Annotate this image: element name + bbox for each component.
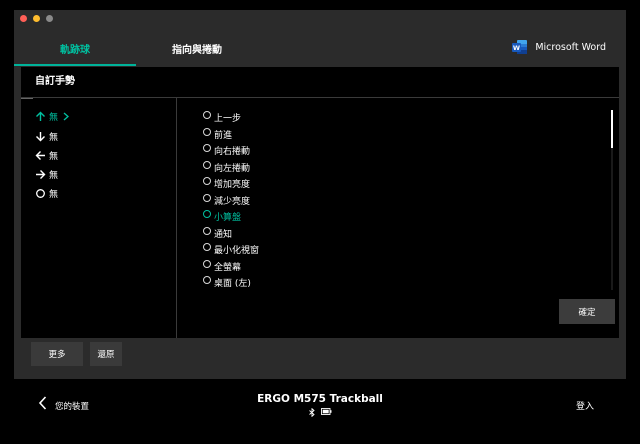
option-scroll-right[interactable]: 向右捲動 bbox=[203, 143, 251, 157]
gesture-direction-list: 無 無 無 無 無 bbox=[21, 98, 177, 338]
option-desktop-left[interactable]: 桌面 (左) bbox=[203, 275, 251, 289]
radio-icon bbox=[203, 110, 211, 119]
arrow-right-icon bbox=[36, 170, 46, 179]
option-back[interactable]: 上一步 bbox=[203, 110, 242, 124]
close-window-button[interactable] bbox=[20, 15, 27, 22]
svg-text:W: W bbox=[513, 44, 520, 52]
bluetooth-icon bbox=[308, 408, 315, 417]
option-label: 減少亮度 bbox=[214, 197, 251, 207]
option-label: 小算盤 bbox=[214, 213, 242, 223]
direction-left[interactable]: 無 bbox=[35, 149, 58, 162]
option-brightness-up[interactable]: 增加亮度 bbox=[203, 176, 251, 190]
footer-bar: 您的裝置 ERGO M575 Trackball 登入 bbox=[0, 379, 640, 444]
radio-icon bbox=[203, 242, 211, 251]
device-status bbox=[0, 408, 640, 417]
window-controls bbox=[20, 15, 53, 22]
word-icon: W bbox=[512, 39, 528, 55]
panel-title: 自訂手勢 bbox=[21, 67, 619, 98]
app-window: 軌跡球 指向與捲動 W Microsoft Word 自訂手勢 無 無 無 無 … bbox=[14, 10, 626, 379]
direction-circle-label: 無 bbox=[49, 190, 59, 200]
direction-circle[interactable]: 無 bbox=[35, 187, 58, 200]
circle-icon bbox=[36, 189, 45, 198]
option-label: 上一步 bbox=[214, 114, 242, 124]
restore-button[interactable]: 還原 bbox=[90, 342, 122, 366]
arrow-left-icon bbox=[35, 151, 45, 160]
option-calculator[interactable]: 小算盤 bbox=[203, 209, 242, 223]
custom-gesture-panel: 自訂手勢 無 無 無 無 無 上一步 前進 向右捲動 向左捲動 增加亮度 減少亮… bbox=[21, 67, 619, 338]
option-label: 最小化視窗 bbox=[214, 246, 260, 256]
arrow-up-icon bbox=[36, 111, 45, 121]
tab-trackball[interactable]: 軌跡球 bbox=[14, 33, 136, 66]
option-minimize-window[interactable]: 最小化視窗 bbox=[203, 242, 260, 256]
tab-bar: 軌跡球 指向與捲動 W Microsoft Word bbox=[14, 33, 626, 67]
radio-icon bbox=[203, 143, 211, 152]
direction-left-label: 無 bbox=[49, 152, 59, 162]
radio-icon bbox=[203, 127, 211, 136]
option-label: 向左捲動 bbox=[214, 164, 251, 174]
option-label: 通知 bbox=[214, 230, 233, 240]
option-label: 增加亮度 bbox=[214, 180, 251, 190]
radio-icon bbox=[203, 209, 211, 218]
radio-icon bbox=[203, 193, 211, 202]
radio-icon bbox=[203, 226, 211, 235]
option-full-screen[interactable]: 全螢幕 bbox=[203, 259, 242, 273]
list-divider bbox=[21, 98, 33, 99]
tab-point-and-scroll[interactable]: 指向與捲動 bbox=[136, 33, 258, 63]
radio-icon bbox=[203, 259, 211, 268]
login-link[interactable]: 登入 bbox=[576, 399, 594, 412]
direction-up[interactable]: 無 bbox=[35, 110, 73, 123]
battery-icon bbox=[320, 408, 331, 415]
confirm-button[interactable]: 確定 bbox=[559, 299, 615, 324]
direction-down-label: 無 bbox=[49, 133, 59, 143]
option-label: 前進 bbox=[214, 131, 233, 141]
option-label: 桌面 (左) bbox=[214, 279, 251, 289]
option-brightness-down[interactable]: 減少亮度 bbox=[203, 193, 251, 207]
device-name: ERGO M575 Trackball bbox=[257, 393, 383, 405]
direction-right-label: 無 bbox=[49, 171, 59, 181]
scrollbar-thumb[interactable] bbox=[611, 110, 613, 148]
more-button[interactable]: 更多 bbox=[31, 342, 83, 366]
radio-icon bbox=[203, 176, 211, 185]
direction-right[interactable]: 無 bbox=[35, 168, 58, 181]
option-notifications[interactable]: 通知 bbox=[203, 226, 233, 240]
app-selector-label: Microsoft Word bbox=[535, 41, 606, 53]
option-scroll-left[interactable]: 向左捲動 bbox=[203, 160, 251, 174]
action-options-list: 上一步 前進 向右捲動 向左捲動 增加亮度 減少亮度 小算盤 通知 最小化視窗 … bbox=[177, 98, 619, 338]
radio-icon bbox=[203, 275, 211, 284]
direction-up-label: 無 bbox=[49, 113, 59, 123]
zoom-window-button[interactable] bbox=[46, 15, 53, 22]
option-label: 全螢幕 bbox=[214, 263, 242, 273]
option-forward[interactable]: 前進 bbox=[203, 127, 233, 141]
option-label: 向右捲動 bbox=[214, 147, 251, 157]
app-selector[interactable]: W Microsoft Word bbox=[512, 39, 606, 55]
arrow-down-icon bbox=[36, 132, 45, 142]
chevron-right-icon bbox=[63, 112, 70, 121]
direction-down[interactable]: 無 bbox=[35, 130, 58, 143]
minimize-window-button[interactable] bbox=[33, 15, 40, 22]
radio-icon bbox=[203, 160, 211, 169]
